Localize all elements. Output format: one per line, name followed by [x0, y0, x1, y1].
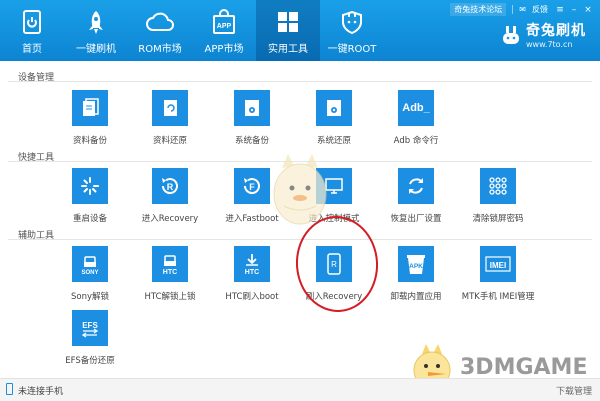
tile-data-restore[interactable]: 资料还原 [128, 90, 212, 160]
brand-url: www.7to.cn [526, 40, 573, 49]
tile-label: 系统备份 [234, 136, 269, 146]
nav-tools-label: 实用工具 [268, 44, 308, 55]
window-controls: ≡ – × [554, 5, 594, 15]
divider [8, 81, 592, 82]
rabbit-logo-icon [503, 25, 519, 44]
sony-unlock-icon: SONY [72, 246, 108, 282]
feedback-icon: ✉ [519, 5, 526, 14]
nav-app-market[interactable]: APP APP市场 [192, 0, 256, 61]
tile-enter-recovery[interactable]: R 进入Recovery [128, 168, 212, 238]
mascot-overlay [268, 150, 332, 233]
tile-label: HTC刷入boot [225, 292, 279, 302]
tile-mtk-imei[interactable]: IMEI MTK手机 IMEI管理 [456, 246, 540, 316]
forum-link[interactable]: 奇兔技术论坛 [450, 3, 507, 16]
tile-reboot[interactable]: 重启设备 [48, 168, 132, 238]
phone-status-icon [6, 383, 13, 395]
tile-label: 资料备份 [72, 136, 107, 146]
fastboot-icon: F [234, 168, 270, 204]
connection-status: 未连接手机 [18, 387, 64, 397]
tile-htc-boot[interactable]: HTC HTC刷入boot [210, 246, 294, 316]
recovery-icon: R [152, 168, 188, 204]
tile-label: 卸载内置应用 [390, 292, 442, 302]
download-manager-link[interactable]: 下载管理 [556, 384, 592, 397]
nav-app-market-label: APP市场 [204, 44, 244, 55]
feedback-link[interactable]: 反馈 [532, 4, 548, 15]
top-bar: 首页 一键刷机 ROM市场 APP APP市场 实用工具 一键ROOT 奇兔技术… [0, 0, 600, 61]
tile-uninstall-apk[interactable]: APK 卸载内置应用 [374, 246, 458, 316]
document-backup-icon [72, 90, 108, 126]
tile-adb-terminal[interactable]: Adb_ Adb 命令行 [374, 90, 458, 160]
htc-glyph: HTC [245, 269, 259, 276]
adb-terminal-icon: Adb_ [398, 90, 434, 126]
recovery-glyph: R [167, 182, 174, 192]
tile-label: Adb 命令行 [393, 136, 439, 146]
tile-efs-backup[interactable]: EFS EFS备份还原 [48, 310, 132, 380]
app-badge-text: APP [217, 23, 232, 30]
clear-lock-pattern-icon [480, 168, 516, 204]
tile-label: 恢复出厂设置 [390, 214, 442, 224]
nav-one-click-flash[interactable]: 一键刷机 [64, 0, 128, 61]
nav-one-click-flash-label: 一键刷机 [76, 44, 116, 55]
watermark-text: 3DMGAME [460, 354, 588, 380]
tile-label: 系统还原 [316, 136, 351, 146]
brand: 奇兔刷机 www.7to.cn [500, 20, 586, 49]
fastboot-glyph: F [249, 182, 255, 192]
tile-sony-unlock[interactable]: SONY Sony解锁 [48, 246, 132, 316]
minimize-icon[interactable]: – [568, 5, 580, 15]
apk-glyph: APK [409, 263, 423, 270]
tile-label: 进入Recovery [141, 214, 199, 224]
efs-glyph: EFS [82, 321, 98, 330]
grid-icon [273, 7, 303, 37]
nav-rom-market-label: ROM市场 [138, 44, 182, 55]
tile-label: 资料还原 [152, 136, 187, 146]
tile-label: 重启设备 [72, 214, 107, 224]
tile-label: HTC解锁上锁 [144, 292, 196, 302]
status-bar: 未连接手机 下载管理 [0, 378, 600, 401]
reboot-icon [72, 168, 108, 204]
tile-clear-lock-pattern[interactable]: 清除锁屏密码 [456, 168, 540, 238]
nav-home-label: 首页 [22, 44, 42, 55]
close-icon[interactable]: × [582, 5, 594, 15]
menu-icon[interactable]: ≡ [554, 5, 566, 15]
rabbit-shield-icon [337, 7, 367, 37]
uninstall-apk-icon: APK [398, 246, 434, 282]
htc-boot-icon: HTC [234, 246, 270, 282]
htc-glyph: HTC [163, 269, 177, 276]
tile-factory-reset[interactable]: 恢复出厂设置 [374, 168, 458, 238]
main-nav: 首页 一键刷机 ROM市场 APP APP市场 实用工具 一键ROOT [0, 0, 384, 61]
nav-one-click-root-label: 一键ROOT [327, 44, 377, 55]
nav-rom-market[interactable]: ROM市场 [128, 0, 192, 61]
htc-lock-icon: HTC [152, 246, 188, 282]
separator [512, 5, 514, 14]
tile-label: Sony解锁 [70, 292, 109, 302]
tile-data-backup[interactable]: 资料备份 [48, 90, 132, 160]
top-right-links: 奇兔技术论坛 ✉ 反馈 ≡ – × [450, 3, 594, 16]
tile-htc-lock[interactable]: HTC HTC解锁上锁 [128, 246, 212, 316]
brand-name: 奇兔刷机 [526, 23, 586, 39]
tile-label: 清除锁屏密码 [472, 214, 524, 224]
factory-reset-icon [398, 168, 434, 204]
system-restore-icon [316, 90, 352, 126]
nav-one-click-root[interactable]: 一键ROOT [320, 0, 384, 61]
imei-icon: IMEI [480, 246, 516, 282]
phone-home-icon [17, 7, 47, 37]
nav-tools[interactable]: 实用工具 [256, 0, 320, 61]
nav-home[interactable]: 首页 [0, 0, 64, 61]
cloud-icon [145, 7, 175, 37]
imei-glyph: IMEI [490, 261, 506, 270]
document-restore-icon [152, 90, 188, 126]
tile-label: EFS备份还原 [65, 356, 115, 366]
rocket-icon [81, 7, 111, 37]
tile-label: MTK手机 IMEI管理 [461, 292, 535, 302]
efs-icon: EFS [72, 310, 108, 346]
system-backup-icon [234, 90, 270, 126]
shopping-bag-icon: APP [209, 7, 239, 37]
sony-glyph: SONY [81, 270, 98, 276]
